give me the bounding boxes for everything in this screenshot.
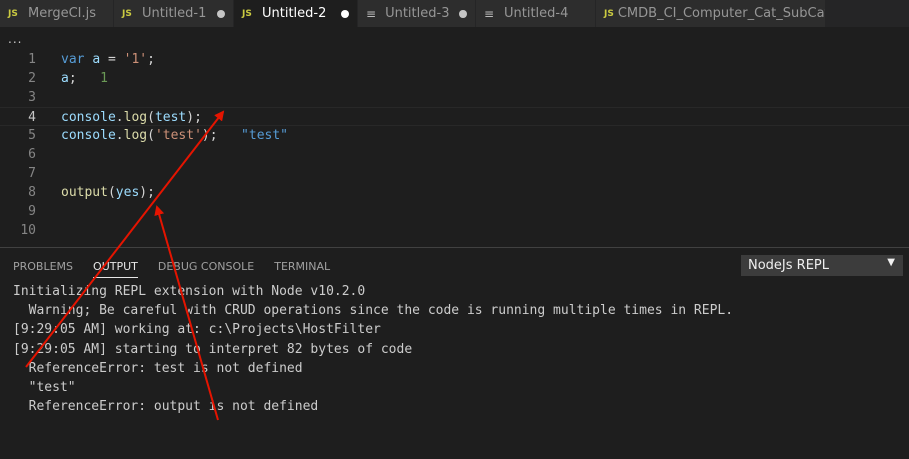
output-line: Warning; Be careful with CRUD operations… [13, 303, 734, 319]
line-number: 2 [28, 71, 36, 86]
editor-tab-bar: JS MergeCI.js JS Untitled-1 JS Untitled-2 ≡ Unt… [0, 0, 909, 27]
code-token: '1' [123, 52, 148, 67]
code-token: a [61, 71, 69, 86]
code-token: yes [115, 185, 140, 200]
inline-result: "test" [241, 128, 289, 143]
javascript-file-icon: JS [604, 8, 614, 19]
code-token: . [115, 110, 124, 125]
code-token: ( [107, 185, 116, 200]
code-token: output [61, 185, 108, 200]
code-editor[interactable]: 1 var a = '1'; 2 a; 1 3 4 console.log(test); 5 c… [0, 50, 909, 247]
unsaved-dot-icon[interactable] [341, 9, 349, 18]
code-text: console.log('test'); "test" [61, 126, 288, 145]
tab-label: Untitled-2 [262, 6, 327, 21]
code-line[interactable]: 6 [0, 145, 909, 164]
panel-tab-problems[interactable]: PROBLEMS [13, 260, 73, 278]
code-text: a; 1 [61, 69, 108, 88]
output-line: [9:29:05 AM] working at: c:\Projects\Hos… [13, 322, 381, 338]
line-number: 5 [28, 128, 36, 143]
code-token: ; [68, 71, 101, 86]
code-line[interactable]: 10 [0, 221, 909, 240]
code-line[interactable]: 5 console.log('test'); "test" [0, 126, 909, 145]
line-number: 8 [28, 185, 36, 200]
code-token: console [61, 128, 116, 143]
code-line[interactable]: 3 [0, 88, 909, 107]
tab-untitled-2[interactable]: JS Untitled-2 [234, 0, 358, 27]
code-token: ( [147, 110, 155, 125]
code-text: output(yes); [61, 183, 155, 202]
output-line: Initializing REPL extension with Node v1… [13, 284, 366, 299]
code-token: ); [139, 185, 155, 200]
line-number: 10 [20, 223, 36, 238]
code-token: log [123, 128, 148, 143]
line-number: 9 [28, 204, 36, 219]
tab-label: CMDB_CI_Computer_Cat_SubCat_set.js [617, 6, 825, 21]
code-token: var [61, 52, 85, 67]
unsaved-dot-icon[interactable] [459, 9, 467, 18]
code-token: ( [147, 128, 155, 143]
output-line: [9:29:05 AM] starting to interpret 82 by… [13, 341, 413, 357]
tab-untitled-1[interactable]: JS Untitled-1 [114, 0, 234, 27]
panel-tab-debug-console[interactable]: DEBUG CONSOLE [158, 260, 254, 278]
tab-untitled-4[interactable]: ≡ Untitled-4 [476, 0, 596, 27]
code-line[interactable]: 9 [0, 202, 909, 221]
code-line[interactable]: 2 a; 1 [0, 69, 909, 88]
line-number: 7 [28, 166, 36, 181]
inline-result: 1 [100, 71, 108, 86]
line-number: 1 [28, 52, 36, 67]
line-number: 6 [28, 147, 36, 162]
javascript-file-icon: JS [8, 8, 18, 19]
javascript-file-icon: JS [122, 8, 132, 19]
code-line[interactable]: 1 var a = '1'; [0, 50, 909, 69]
code-text: console.log(test); [61, 108, 202, 127]
chevron-down-icon: ▼ [887, 257, 895, 268]
code-text: var a = '1'; [61, 50, 155, 69]
output-channel-label: NodeJs REPL [748, 258, 829, 273]
output-line: ReferenceError: output is not defined [13, 399, 319, 415]
panel-tab-terminal[interactable]: TERMINAL [274, 260, 330, 278]
code-token: = [100, 52, 124, 67]
tab-label: Untitled-3 [385, 6, 450, 21]
code-token: ); [201, 128, 242, 143]
line-number: 3 [28, 90, 36, 105]
code-line[interactable]: 7 [0, 164, 909, 183]
javascript-file-icon: JS [242, 8, 252, 19]
tab-label: MergeCI.js [28, 6, 97, 21]
text-file-icon: ≡ [484, 6, 495, 21]
unsaved-dot-icon[interactable] [217, 9, 225, 18]
code-token: ; [147, 52, 155, 67]
code-token: log [123, 110, 148, 125]
text-file-icon: ≡ [366, 6, 377, 21]
code-line[interactable]: 4 console.log(test); [0, 107, 909, 126]
tab-mergeci-js[interactable]: JS MergeCI.js [0, 0, 114, 27]
output-line: "test" [13, 380, 76, 395]
output-line: ReferenceError: test is not defined [13, 360, 303, 376]
code-token: a [92, 52, 101, 67]
code-token: 'test' [154, 128, 202, 143]
more-actions-icon[interactable]: ... [8, 32, 22, 46]
output-channel-select[interactable]: NodeJs REPL ▼ [741, 255, 903, 276]
tab-label: Untitled-4 [504, 6, 569, 21]
panel-tab-output[interactable]: OUTPUT [93, 260, 138, 278]
tab-label: Untitled-1 [142, 6, 207, 21]
line-number: 4 [28, 110, 36, 125]
tab-cmdb-ci-computer-cat-subcat-set-js[interactable]: JSCMDB_CI_Computer_Cat_SubCat_set.js [596, 0, 826, 27]
code-token: . [115, 128, 124, 143]
code-token: ); [186, 110, 202, 125]
code-token: test [154, 110, 187, 125]
tab-untitled-3[interactable]: ≡ Untitled-3 [358, 0, 476, 27]
code-line[interactable]: 8 output(yes); [0, 183, 909, 202]
panel-tabs: PROBLEMS OUTPUT DEBUG CONSOLE TERMINAL [13, 260, 350, 278]
code-token: console [61, 110, 116, 125]
